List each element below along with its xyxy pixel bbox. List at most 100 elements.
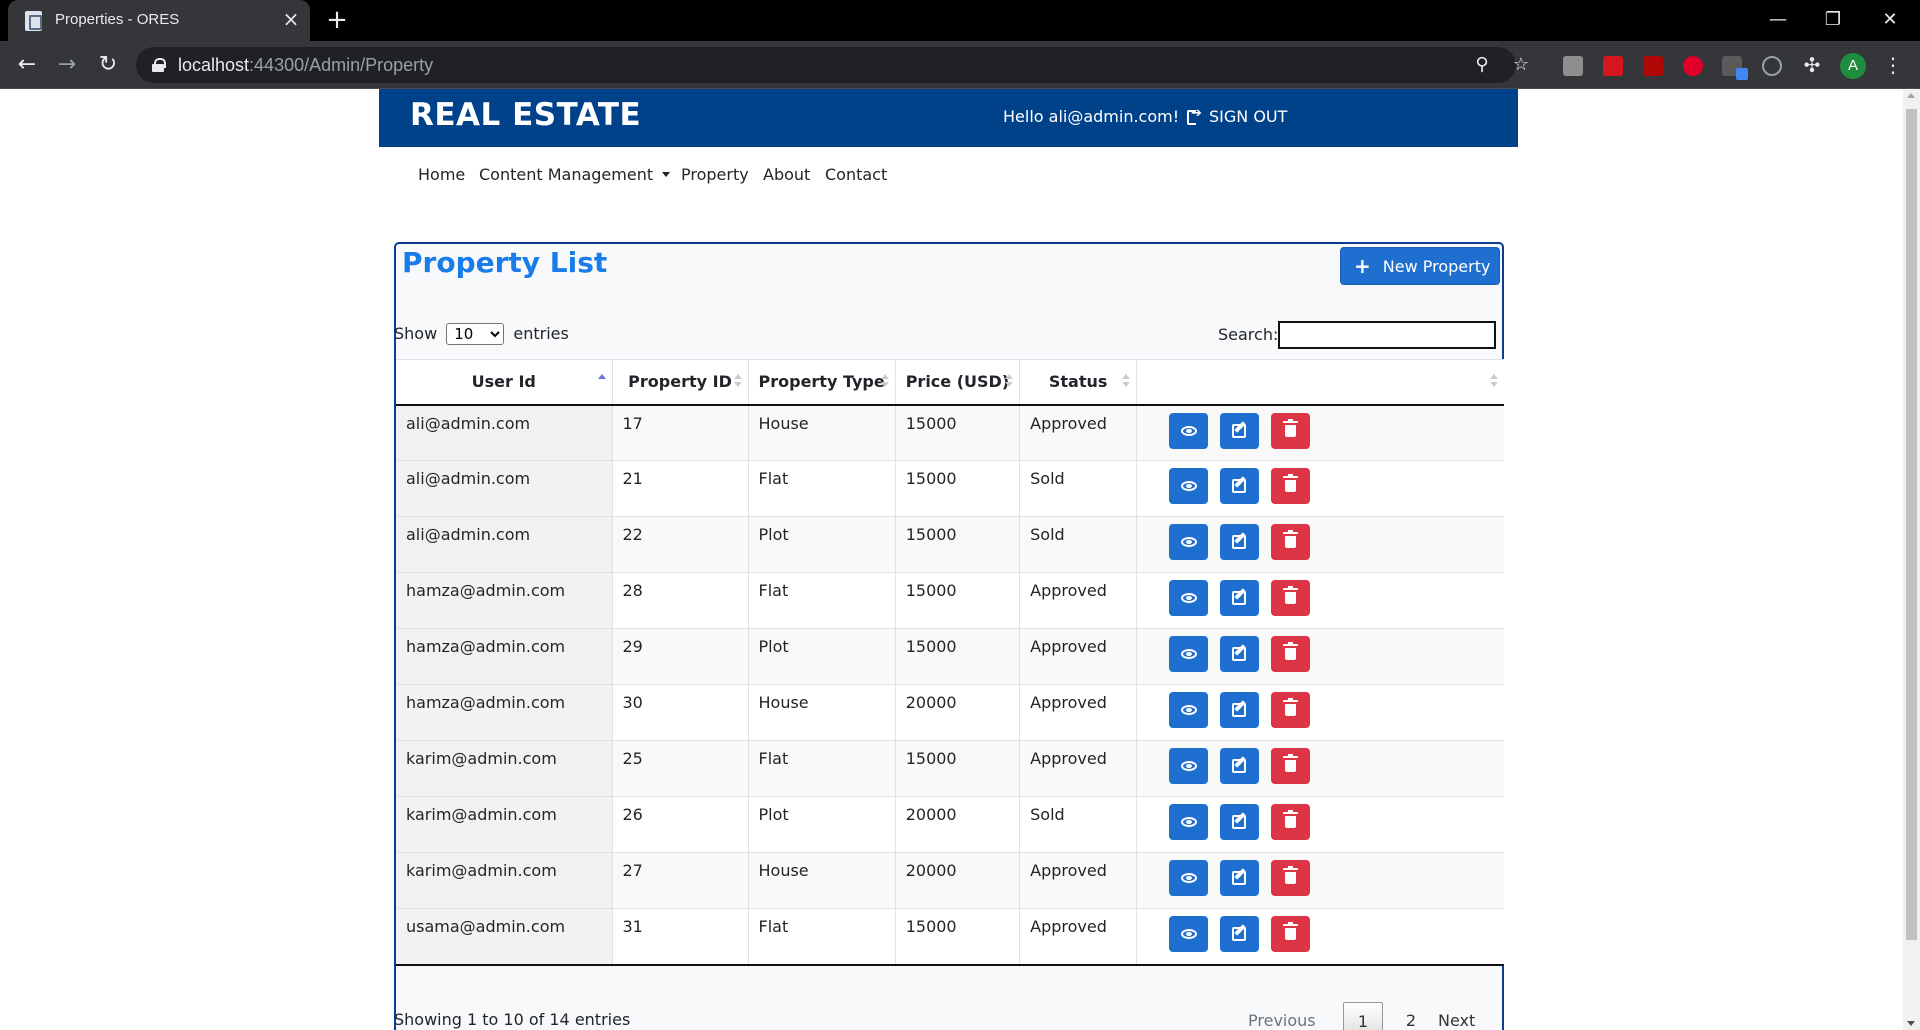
column-header-actions[interactable]	[1136, 359, 1504, 406]
view-button[interactable]	[1169, 636, 1209, 672]
scrollbar-thumb[interactable]	[1906, 109, 1917, 940]
sign-out-icon	[1187, 106, 1203, 125]
delete-button[interactable]	[1271, 916, 1311, 952]
cell-status: Approved	[1019, 684, 1137, 741]
window-close-icon[interactable]: ✕	[1862, 0, 1918, 41]
search-input[interactable]	[1278, 321, 1496, 349]
scroll-up-arrow-icon[interactable]	[1907, 93, 1915, 98]
column-header-user-id[interactable]: User Id	[396, 359, 612, 406]
delete-button[interactable]	[1271, 748, 1311, 784]
cell-actions	[1136, 516, 1504, 573]
browser-menu-icon[interactable]: ⋮	[1883, 52, 1903, 78]
edit-button[interactable]	[1220, 692, 1260, 728]
delete-button[interactable]	[1271, 468, 1311, 504]
view-button[interactable]	[1169, 468, 1209, 504]
cell-property-id: 31	[611, 908, 748, 966]
new-property-label: New Property	[1382, 257, 1491, 276]
cell-status: Sold	[1019, 796, 1137, 853]
delete-button[interactable]	[1271, 860, 1311, 896]
table-row: hamza@admin.com 28 Flat 15000 Approved	[396, 572, 1504, 629]
edit-button[interactable]	[1220, 804, 1260, 840]
delete-button[interactable]	[1271, 524, 1311, 560]
pagination-next[interactable]: Next	[1438, 1002, 1475, 1030]
extensions-puzzle-icon[interactable]: ✣	[1799, 52, 1825, 78]
pagination-page-1[interactable]: 1	[1343, 1002, 1383, 1030]
delete-button[interactable]	[1271, 692, 1311, 728]
nav-contact[interactable]: Contact	[825, 165, 887, 184]
sign-out-link[interactable]: SIGN OUT	[1187, 106, 1287, 126]
window-minimize-icon[interactable]: —	[1750, 0, 1806, 41]
nav-home[interactable]: Home	[418, 165, 465, 184]
zoom-icon[interactable]: ⚲	[1470, 53, 1494, 77]
edit-button[interactable]	[1220, 916, 1260, 952]
edit-button[interactable]	[1220, 580, 1260, 616]
new-property-button[interactable]: + New Property	[1340, 247, 1500, 285]
view-button[interactable]	[1169, 860, 1209, 896]
table-row: hamza@admin.com 29 Plot 15000 Approved	[396, 628, 1504, 685]
edit-button[interactable]	[1220, 748, 1260, 784]
eye-icon	[1181, 761, 1198, 771]
page-title: Property List	[402, 246, 608, 279]
pagination-page-2[interactable]: 2	[1396, 1002, 1426, 1030]
window-restore-icon[interactable]: ❐	[1805, 0, 1861, 41]
extension-icon[interactable]	[1683, 56, 1703, 76]
view-button[interactable]	[1169, 692, 1209, 728]
trash-icon	[1283, 866, 1299, 884]
edit-icon	[1232, 647, 1247, 661]
show-label: Show	[394, 324, 438, 343]
back-arrow-icon[interactable]: ←	[12, 50, 42, 80]
cell-user-id: karim@admin.com	[396, 740, 612, 797]
edit-button[interactable]	[1220, 860, 1260, 896]
nav-property[interactable]: Property	[681, 165, 749, 184]
edit-button[interactable]	[1220, 412, 1260, 449]
scroll-down-arrow-icon[interactable]	[1907, 1021, 1915, 1026]
profile-avatar[interactable]: A	[1840, 53, 1866, 79]
page-length-select[interactable]: 10	[446, 323, 505, 345]
table-row: ali@admin.com 22 Plot 15000 Sold	[396, 516, 1504, 573]
reload-icon[interactable]: ↻	[93, 50, 123, 80]
delete-button[interactable]	[1271, 804, 1311, 840]
browser-tab[interactable]: Properties - ORES ×	[8, 0, 310, 41]
eye-icon	[1181, 481, 1198, 491]
lock-icon[interactable]	[152, 58, 166, 72]
view-button[interactable]	[1169, 580, 1209, 616]
address-bar[interactable]: localhost:44300/Admin/Property ⚲ ☆	[136, 47, 1529, 83]
column-header-status[interactable]: Status	[1019, 359, 1137, 406]
page-scrollbar[interactable]	[1903, 89, 1920, 1030]
bookmark-star-icon[interactable]: ☆	[1509, 53, 1533, 77]
view-button[interactable]	[1169, 412, 1209, 449]
eye-icon	[1181, 425, 1198, 436]
column-header-price[interactable]: Price (USD)	[894, 359, 1020, 406]
new-tab-icon[interactable]: +	[322, 5, 352, 35]
extension-icon[interactable]	[1563, 56, 1583, 76]
trash-icon	[1283, 922, 1299, 940]
nav-about[interactable]: About	[763, 165, 810, 184]
nav-content-management[interactable]: Content Management	[479, 165, 671, 184]
site-brand[interactable]: REAL ESTATE	[410, 97, 641, 133]
extension-icon[interactable]	[1762, 56, 1782, 76]
view-button[interactable]	[1169, 916, 1209, 952]
tab-close-icon[interactable]: ×	[280, 8, 302, 30]
cell-user-id: ali@admin.com	[396, 460, 612, 517]
pdf-extension-icon[interactable]	[1643, 56, 1663, 76]
url-text[interactable]: localhost:44300/Admin/Property	[178, 55, 433, 76]
view-button[interactable]	[1169, 748, 1209, 784]
cell-property-id: 25	[611, 740, 748, 797]
extension-icon[interactable]	[1603, 56, 1623, 76]
delete-button[interactable]	[1271, 580, 1311, 616]
view-button[interactable]	[1169, 524, 1209, 560]
cell-property-type: House	[747, 684, 896, 741]
pagination-previous[interactable]: Previous	[1248, 1002, 1316, 1030]
delete-button[interactable]	[1271, 412, 1311, 449]
edit-button[interactable]	[1220, 636, 1260, 672]
edit-button[interactable]	[1220, 524, 1260, 560]
eye-icon	[1181, 929, 1198, 939]
sort-icon	[733, 374, 742, 390]
view-button[interactable]	[1169, 804, 1209, 840]
sort-icon	[1122, 374, 1131, 390]
edit-button[interactable]	[1220, 468, 1260, 504]
delete-button[interactable]	[1271, 636, 1311, 672]
column-header-property-type[interactable]: Property Type	[747, 359, 896, 406]
forward-arrow-icon[interactable]: →	[52, 50, 82, 80]
column-header-property-id[interactable]: Property ID	[611, 359, 748, 406]
